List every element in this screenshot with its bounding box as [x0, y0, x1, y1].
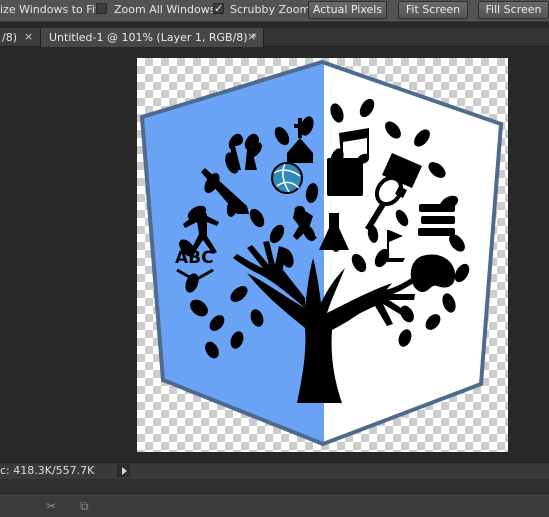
- actual-pixels-button[interactable]: Actual Pixels: [308, 1, 387, 19]
- resize-windows-label[interactable]: ize Windows to Fit: [0, 3, 99, 16]
- books-icon: [419, 204, 455, 212]
- scrubby-zoom-checkbox[interactable]: ✓: [213, 3, 224, 14]
- document-canvas[interactable]: ABC: [137, 58, 508, 452]
- status-menu-arrow-icon[interactable]: [117, 464, 130, 477]
- bottom-panel: ✂ ⧉: [0, 479, 549, 517]
- scrubby-zoom-label[interactable]: Scrubby Zoom: [230, 3, 310, 16]
- tab-active-label: Untitled-1 @ 101% (Layer 1, RGB/8) *: [49, 31, 257, 44]
- tab-untitled-1[interactable]: Untitled-1 @ 101% (Layer 1, RGB/8) * ×: [41, 28, 264, 47]
- close-icon[interactable]: ×: [24, 30, 33, 43]
- tab-previous-label: /8): [2, 31, 17, 44]
- volleyball-icon: [271, 162, 303, 194]
- shield-left-fill: [142, 62, 324, 444]
- document-workspace[interactable]: ABC: [0, 47, 549, 461]
- zoom-all-windows-label[interactable]: Zoom All Windows: [114, 3, 215, 16]
- status-bar: c: 418.3K/557.7K: [0, 462, 549, 479]
- crop-frame-icon[interactable]: ⧉: [80, 499, 89, 514]
- fill-screen-button[interactable]: Fill Screen: [478, 1, 549, 19]
- document-size-readout: c: 418.3K/557.7K: [0, 464, 95, 477]
- options-bar: ize Windows to Fit Zoom All Windows ✓ Sc…: [0, 0, 549, 22]
- tab-previous-document[interactable]: /8) ×: [0, 28, 41, 46]
- artwork-logo: ABC: [139, 59, 504, 447]
- document-tab-bar: /8) × Untitled-1 @ 101% (Layer 1, RGB/8)…: [0, 28, 549, 47]
- calculator-icon: [327, 158, 363, 196]
- close-icon[interactable]: ×: [247, 30, 256, 43]
- zoom-all-windows-checkbox[interactable]: [96, 3, 107, 14]
- abc-text: ABC: [175, 248, 214, 268]
- fit-screen-button[interactable]: Fit Screen: [398, 1, 468, 19]
- scissors-icon[interactable]: ✂: [46, 499, 56, 513]
